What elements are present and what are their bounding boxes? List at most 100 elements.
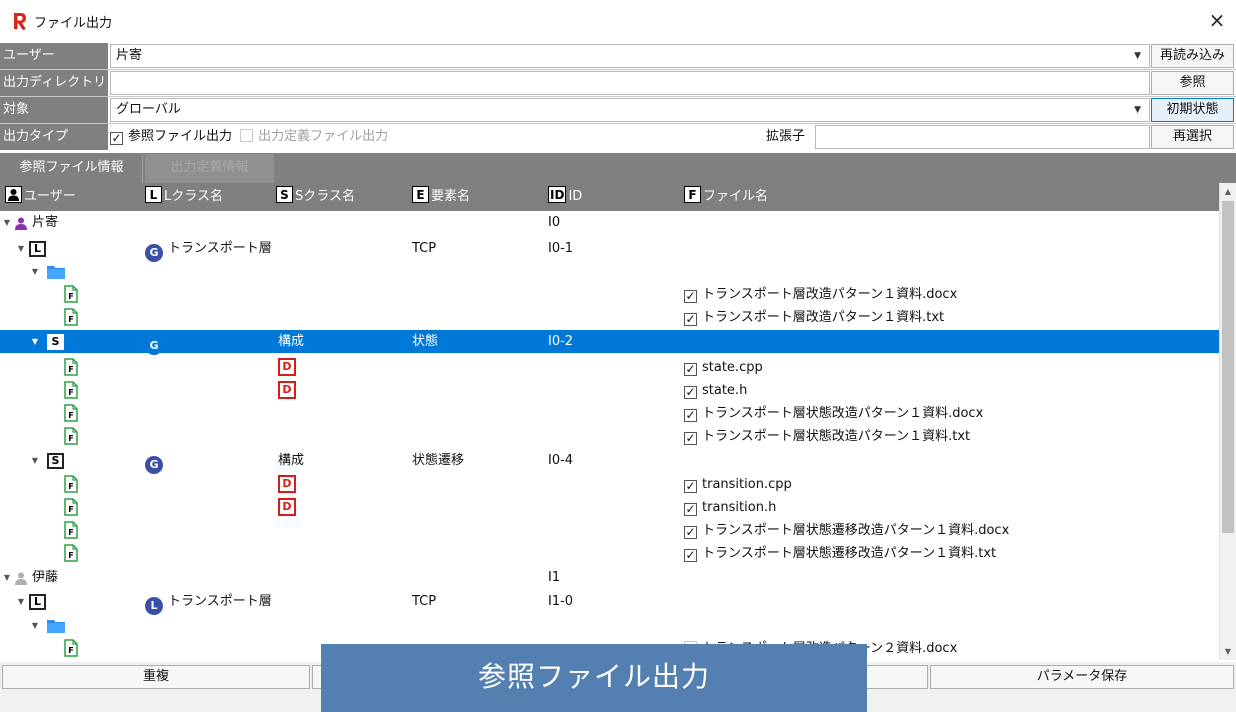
ref-file-output-checkbox[interactable]: ✓	[110, 132, 123, 145]
l-circle-badge-icon: L	[145, 597, 163, 615]
scroll-up-button[interactable]: ▲	[1220, 183, 1236, 200]
user-name: 伊藤	[32, 570, 59, 585]
table-row[interactable]: F D ✓ transition.cpp	[0, 473, 1219, 496]
vertical-scrollbar[interactable]: ▲ ▼	[1219, 183, 1236, 660]
file-name: state.cpp	[702, 360, 763, 375]
row-id: I0-1	[548, 241, 574, 256]
output-dir-input[interactable]	[110, 71, 1150, 95]
expand-toggle-icon[interactable]: ▼	[16, 590, 26, 613]
file-checkbox[interactable]: ✓	[684, 549, 697, 562]
row-id: I1	[548, 570, 561, 585]
table-row[interactable]: F D ✓ state.h	[0, 379, 1219, 402]
column-header-lclass[interactable]: L Lクラス名	[145, 183, 223, 211]
file-name: トランスポート層状態遷移改造パターン１資料.docx	[702, 523, 1010, 538]
file-checkbox[interactable]: ✓	[684, 386, 697, 399]
expand-toggle-icon[interactable]: ▼	[2, 211, 12, 234]
row-id: I0-2	[548, 334, 574, 349]
table-row[interactable]: F ✓ トランスポート層状態遷移改造パターン１資料.txt	[0, 542, 1219, 565]
column-header-filename[interactable]: F ファイル名	[684, 183, 768, 211]
f-badge: F	[684, 186, 701, 203]
l-badge: L	[145, 186, 162, 203]
svg-text:F: F	[68, 315, 73, 324]
browse-button[interactable]: 参照	[1151, 71, 1234, 95]
table-row[interactable]: F D ✓ transition.h	[0, 496, 1219, 519]
expand-toggle-icon[interactable]: ▼	[30, 330, 40, 353]
extension-input[interactable]	[815, 125, 1150, 149]
column-header-user[interactable]: ユーザー	[5, 183, 76, 211]
file-checkbox[interactable]: ✓	[684, 526, 697, 539]
reload-button[interactable]: 再読み込み	[1151, 44, 1234, 68]
element-name: 状態	[412, 334, 439, 349]
lclass-cell: L トランスポート層	[145, 590, 272, 615]
file-cell: ✓ トランスポート層状態遷移改造パターン１資料.docx	[684, 519, 1009, 542]
d-badge: D	[278, 358, 296, 376]
column-header-sclass[interactable]: S Sクラス名	[276, 183, 355, 211]
svg-text:F: F	[68, 528, 73, 537]
expand-toggle-icon[interactable]: ▼	[16, 237, 26, 260]
initial-state-button[interactable]: 初期状態	[1151, 98, 1234, 122]
file-checkbox[interactable]: ✓	[684, 480, 697, 493]
table-row[interactable]: F ✓ トランスポート層状態改造パターン１資料.docx	[0, 402, 1219, 425]
l-badge: L	[29, 241, 46, 257]
table-row[interactable]: ▼ S G 構成 状態遷移 I0-4	[0, 449, 1219, 474]
table-row[interactable]: F ✓ トランスポート層改造パターン１資料.docx	[0, 283, 1219, 306]
user-label: ユーザー	[0, 43, 108, 69]
expand-toggle-icon[interactable]: ▼	[30, 614, 40, 637]
table-row[interactable]: F ✓ トランスポート層状態遷移改造パターン１資料.docx	[0, 519, 1219, 542]
duplicate-button[interactable]: 重複	[2, 665, 310, 689]
save-params-button[interactable]: パラメータ保存	[930, 665, 1234, 689]
tab-ref-file-info[interactable]: 参照ファイル情報	[1, 154, 143, 183]
table-row[interactable]: ▼ L G トランスポート層 TCP I0-1	[0, 237, 1219, 262]
file-checkbox[interactable]: ✓	[684, 363, 697, 376]
reselect-button[interactable]: 再選択	[1151, 125, 1234, 149]
user-select[interactable]: 片寄 ▼	[110, 44, 1150, 68]
target-select[interactable]: グローバル ▼	[110, 98, 1150, 122]
l-badge: L	[29, 594, 46, 610]
expand-toggle-icon[interactable]: ▼	[30, 260, 40, 283]
svg-text:F: F	[68, 505, 73, 514]
column-header-element[interactable]: E 要素名	[412, 183, 470, 211]
table-row[interactable]: ▼ L L トランスポート層 TCP I1-0	[0, 590, 1219, 615]
lclass-cell: G	[145, 449, 168, 474]
close-button[interactable]: ×	[1206, 8, 1228, 32]
expand-toggle-icon[interactable]: ▼	[2, 566, 12, 589]
file-cell: ✓ state.h	[684, 379, 747, 402]
grid-header: ユーザー L Lクラス名 S Sクラス名 E 要素名 ID ID F ファイル名	[0, 183, 1219, 211]
file-cell: ✓ トランスポート層状態遷移改造パターン１資料.txt	[684, 542, 996, 565]
output-type-options: ✓ 参照ファイル出力 出力定義ファイル出力	[110, 124, 392, 150]
def-file-output-checkbox[interactable]	[240, 129, 254, 142]
s-badge: S	[47, 334, 64, 350]
table-row[interactable]: ▼ 伊藤 I1	[0, 566, 1219, 589]
file-name: トランスポート層改造パターン１資料.docx	[702, 287, 958, 302]
svg-text:F: F	[68, 551, 73, 560]
table-row-selected[interactable]: ▼ S G 構成 状態 I0-2	[0, 330, 1219, 355]
file-name: トランスポート層状態改造パターン１資料.docx	[702, 406, 984, 421]
file-icon: F	[64, 308, 78, 326]
table-row[interactable]: F ✓ トランスポート層改造パターン１資料.txt	[0, 306, 1219, 329]
file-checkbox[interactable]: ✓	[684, 313, 697, 326]
table-row[interactable]: ▼	[0, 614, 1219, 637]
ref-file-output-label: 参照ファイル出力	[128, 129, 233, 144]
file-cell: ✓ トランスポート層状態改造パターン１資料.txt	[684, 425, 970, 448]
table-row[interactable]: F ✓ トランスポート層状態改造パターン１資料.txt	[0, 425, 1219, 448]
file-checkbox[interactable]: ✓	[684, 503, 697, 516]
scroll-down-button[interactable]: ▼	[1220, 643, 1236, 660]
chevron-down-icon: ▼	[1224, 647, 1232, 656]
scroll-thumb[interactable]	[1222, 201, 1234, 533]
file-name: transition.h	[702, 500, 777, 515]
file-checkbox[interactable]: ✓	[684, 432, 697, 445]
file-checkbox[interactable]: ✓	[684, 409, 697, 422]
file-icon: F	[64, 639, 78, 657]
target-value: グローバル	[116, 102, 181, 117]
element-name: TCP	[412, 594, 437, 609]
column-header-id[interactable]: ID ID	[548, 183, 582, 211]
user-name: 片寄	[32, 215, 59, 230]
tab-output-def-info[interactable]: 出力定義情報	[145, 154, 274, 183]
file-checkbox[interactable]: ✓	[684, 290, 697, 303]
folder-icon	[47, 266, 65, 279]
table-row[interactable]: ▼ 片寄 I0	[0, 211, 1219, 234]
table-row[interactable]: ▼	[0, 260, 1219, 283]
table-row[interactable]: F D ✓ state.cpp	[0, 356, 1219, 379]
sclass-name: 構成	[278, 334, 305, 349]
expand-toggle-icon[interactable]: ▼	[30, 449, 40, 472]
